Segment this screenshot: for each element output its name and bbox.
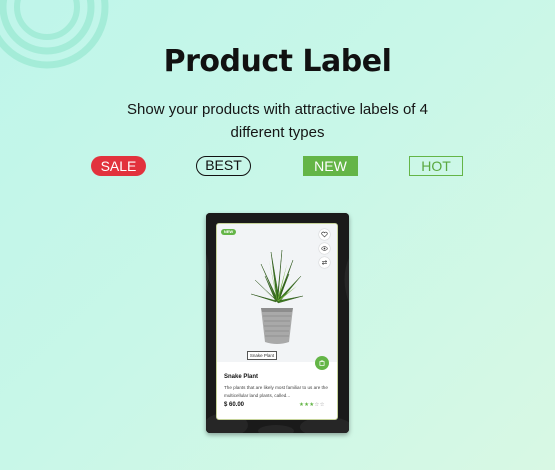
new-badge: NEW	[221, 229, 236, 235]
label-best[interactable]: BEST	[196, 156, 251, 176]
compare-icon	[321, 260, 328, 265]
product-description: The plants that are likely most familiar…	[224, 385, 328, 398]
product-price: $ 60.00	[224, 402, 245, 408]
quick-view-button[interactable]	[319, 243, 330, 254]
product-rating: ★★★☆☆	[299, 402, 325, 408]
label-hot[interactable]: HOT	[409, 156, 463, 176]
snake-plant-image	[250, 249, 304, 344]
star-empty-icon: ☆	[319, 402, 325, 408]
page: Product Label Show your products with at…	[0, 0, 555, 470]
product-image-area[interactable]: NEW Snake Plant	[217, 224, 337, 362]
heart-icon	[321, 231, 328, 238]
cart-icon	[319, 360, 325, 366]
compare-button[interactable]	[319, 257, 330, 268]
phone-mockup: NEW Snake Plant Snake Plant The plants t…	[206, 213, 349, 433]
wishlist-button[interactable]	[319, 229, 330, 240]
label-sale[interactable]: SALE	[91, 156, 146, 176]
label-new[interactable]: NEW	[303, 156, 358, 176]
page-subtitle: Show your products with attractive label…	[127, 101, 428, 141]
product-name[interactable]: Snake Plant	[224, 374, 258, 380]
page-title: Product Label	[163, 44, 392, 79]
product-name-tag: Snake Plant	[247, 351, 277, 360]
add-to-cart-button[interactable]	[315, 356, 329, 370]
product-card[interactable]: NEW Snake Plant Snake Plant The plants t…	[216, 223, 338, 420]
eye-icon	[321, 246, 328, 251]
